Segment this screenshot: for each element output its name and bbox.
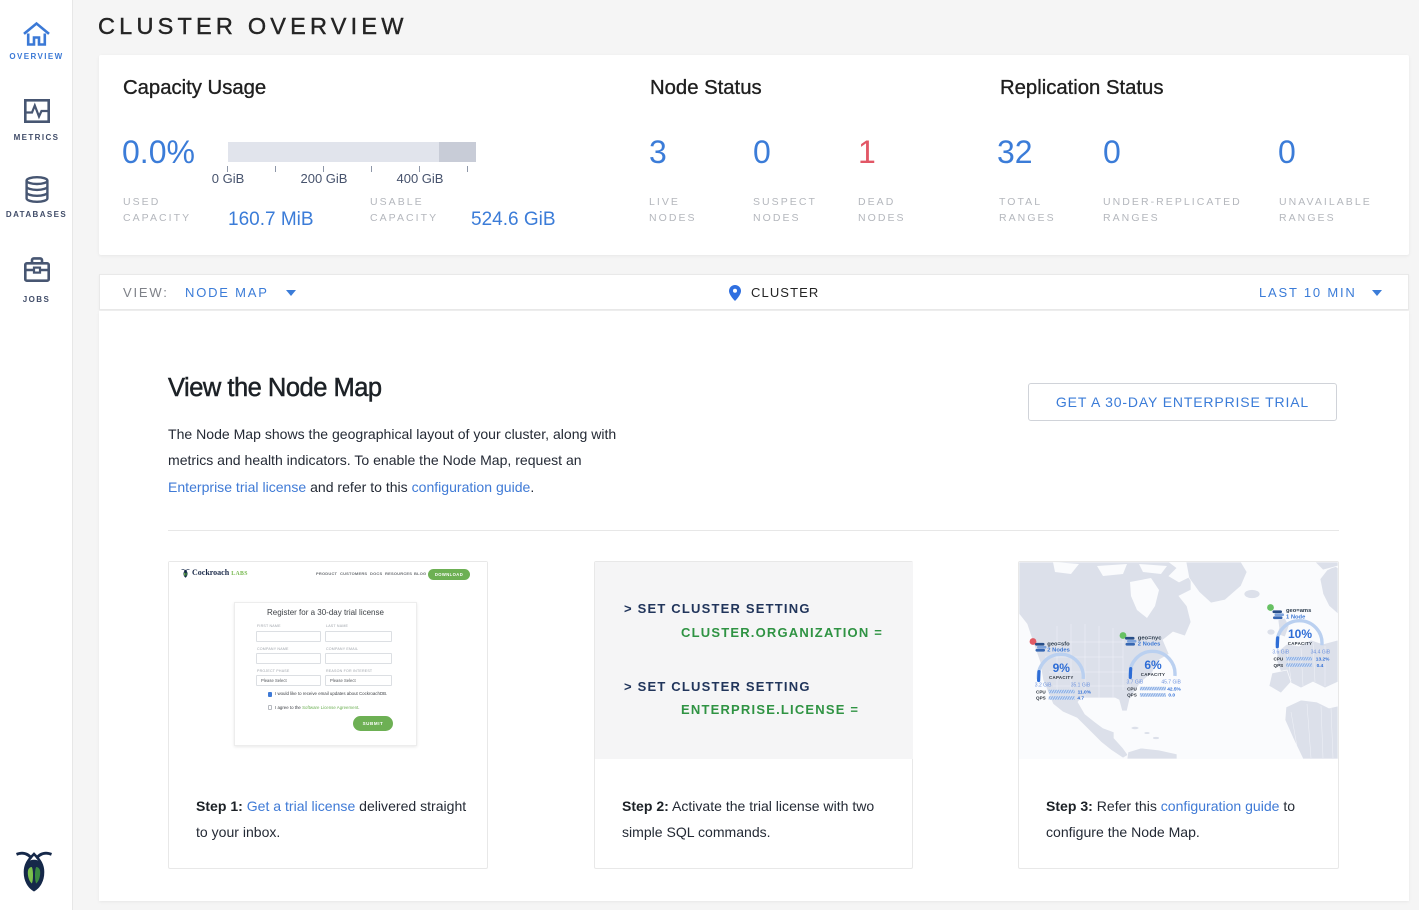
svg-text:13.2%: 13.2% — [1316, 656, 1330, 662]
svg-text:45.7 GiB: 45.7 GiB — [1161, 679, 1181, 685]
svg-text:3.2 GiB: 3.2 GiB — [1035, 682, 1052, 688]
svg-text:QPS: QPS — [1036, 696, 1046, 701]
svg-text:2 Nodes: 2 Nodes — [1047, 648, 1070, 654]
svg-text:CAPACITY: CAPACITY — [1049, 675, 1074, 680]
svg-text:geo=ams: geo=ams — [1286, 608, 1311, 614]
svg-text:CPU: CPU — [1127, 686, 1137, 691]
svg-text:0.0: 0.0 — [1168, 693, 1175, 699]
svg-text:geo=nyc: geo=nyc — [1138, 635, 1162, 641]
svg-text:42.5%: 42.5% — [1167, 686, 1181, 692]
svg-text:CPU: CPU — [1036, 689, 1046, 694]
svg-text:QPS: QPS — [1127, 693, 1137, 698]
svg-text:6%: 6% — [1144, 658, 1162, 672]
svg-text:11.0%: 11.0% — [1078, 689, 1092, 695]
svg-text:2 Nodes: 2 Nodes — [1138, 642, 1161, 648]
svg-text:CAPACITY: CAPACITY — [1288, 641, 1313, 646]
svg-text:1 Node: 1 Node — [1286, 615, 1306, 621]
svg-text:9%: 9% — [1053, 661, 1071, 675]
svg-text:10%: 10% — [1288, 627, 1312, 641]
svg-text:35.1 GiB: 35.1 GiB — [1071, 682, 1091, 688]
svg-text:CAPACITY: CAPACITY — [1141, 672, 1166, 677]
svg-text:34.4 GiB: 34.4 GiB — [1311, 650, 1331, 656]
svg-text:CPU: CPU — [1274, 656, 1284, 661]
svg-text:geo=sfo: geo=sfo — [1047, 641, 1070, 647]
svg-text:QPS: QPS — [1274, 663, 1284, 668]
svg-text:0.4: 0.4 — [1317, 663, 1324, 669]
svg-text:3.7 GiB: 3.7 GiB — [1127, 679, 1144, 685]
svg-text:3.6 GiB: 3.6 GiB — [1272, 650, 1289, 656]
svg-text:4.7: 4.7 — [1077, 696, 1084, 702]
